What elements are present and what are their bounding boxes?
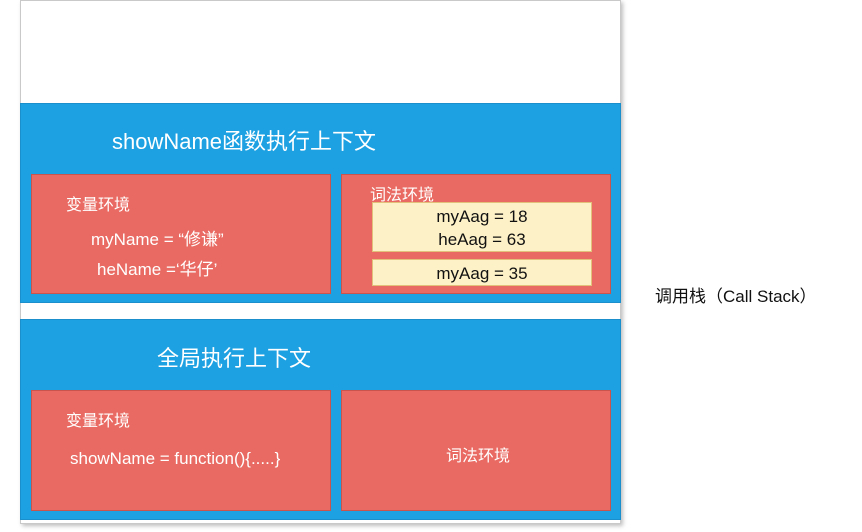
showname-context-title: showName函数执行上下文 <box>112 129 377 154</box>
lexical-environment-label: 词法环境 <box>446 448 511 465</box>
variable-entry: myName = “修谦” <box>91 230 224 249</box>
lexical-entry: heAag = 63 <box>438 230 526 249</box>
global-lexical-environment: 词法环境 <box>341 390 611 511</box>
block-scope-slot: myAag = 35 <box>372 259 592 286</box>
lexical-entry: myAag = 35 <box>436 264 528 283</box>
variable-environment-label: 变量环境 <box>66 197 131 214</box>
variable-environment-label: 变量环境 <box>66 413 131 430</box>
global-variable-environment: 变量环境 showName = function(){.....} <box>31 390 331 511</box>
variable-entry: showName = function(){.....} <box>70 449 281 468</box>
call-stack-label: 调用栈（Call Stack） <box>655 287 817 306</box>
showname-lexical-environment: 词法环境 myAag = 18 heAag = 63 myAag = 35 <box>341 174 611 294</box>
showname-execution-context: showName函数执行上下文 变量环境 myName = “修谦” heNam… <box>20 103 621 303</box>
showname-variable-environment: 变量环境 myName = “修谦” heName =‘华仔’ <box>31 174 331 294</box>
lexical-entry: myAag = 18 <box>436 207 528 226</box>
global-context-title: 全局执行上下文 <box>157 346 312 371</box>
block-scope-slot: myAag = 18 heAag = 63 <box>372 202 592 252</box>
variable-entry: heName =‘华仔’ <box>97 260 218 279</box>
global-execution-context: 全局执行上下文 变量环境 showName = function(){.....… <box>20 319 621 520</box>
